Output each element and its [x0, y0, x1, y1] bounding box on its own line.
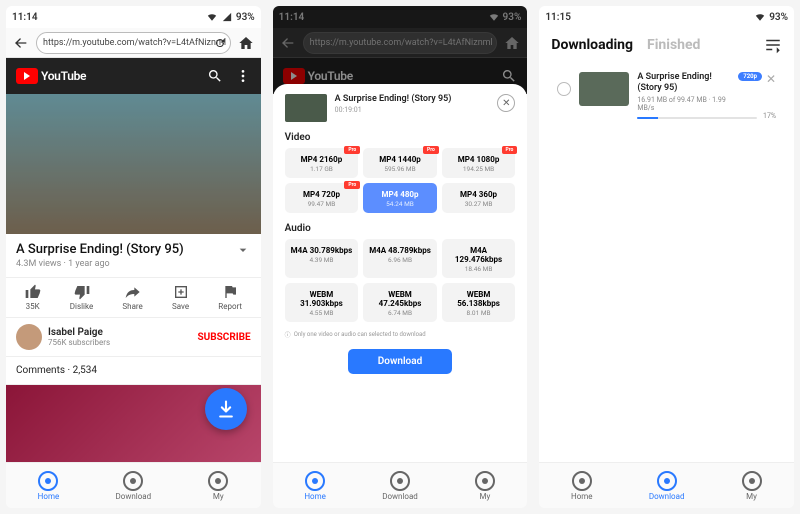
cancel-download-icon[interactable]: ✕: [766, 72, 776, 86]
tab-finished[interactable]: Finished: [647, 37, 700, 53]
nav-home[interactable]: Home: [539, 463, 624, 508]
progress-percent: 17%: [763, 112, 776, 120]
sheet-duration: 00:19:01: [335, 106, 490, 114]
nav-my[interactable]: My: [442, 463, 527, 508]
channel-row[interactable]: Isabel Paige 756K subscribers SUBSCRIBE: [6, 318, 261, 357]
tab-downloading[interactable]: Downloading: [551, 37, 633, 53]
comments-row[interactable]: Comments · 2,534: [6, 357, 261, 385]
audio-options-grid: M4A 30.789kbps4.39 MBM4A 48.789kbps6.96 …: [285, 239, 516, 322]
subscribe-button[interactable]: SUBSCRIBE: [198, 332, 251, 343]
nav-download[interactable]: Download: [624, 463, 709, 508]
refresh-icon[interactable]: [209, 32, 231, 54]
url-input[interactable]: https://m.youtube.com/watch?v=L4tAfNiznm…: [36, 32, 231, 54]
report-button[interactable]: Report: [218, 284, 242, 311]
nav-my[interactable]: My: [176, 463, 261, 508]
video-info[interactable]: A Surprise Ending! (Story 95) 4.3M views…: [6, 234, 261, 278]
phone-1-youtube-view: 11:14 93% https://m.youtube.com/watch?v=…: [6, 6, 261, 508]
nav-download[interactable]: Download: [358, 463, 443, 508]
share-button[interactable]: Share: [122, 284, 142, 311]
select-radio[interactable]: [557, 82, 571, 96]
more-icon[interactable]: [235, 68, 251, 84]
battery-text: 93%: [236, 12, 255, 23]
video-title: A Surprise Ending! (Story 95): [16, 242, 184, 257]
download-item[interactable]: A Surprise Ending! (Story 95) 16.91 MB o…: [551, 66, 782, 126]
channel-name: Isabel Paige: [48, 327, 192, 338]
bottom-nav: Home Download My: [6, 462, 261, 508]
format-option[interactable]: MP4 480p54.24 MB: [363, 183, 437, 213]
youtube-header: YouTube: [6, 58, 261, 94]
sheet-note: ⓘ Only one video or audio can selected t…: [285, 330, 516, 339]
home-icon[interactable]: [235, 32, 257, 54]
download-progress-text: 16.91 MB of 99.47 MB · 1.99 MB/s: [637, 96, 734, 112]
video-section-label: Video: [285, 132, 516, 143]
download-fab[interactable]: [205, 388, 247, 430]
sheet-thumbnail: [285, 94, 327, 122]
bottom-nav: Home Download My: [539, 462, 794, 508]
phone-2-format-sheet: 11:14 93% https://m.youtube.com/watch?v=…: [273, 6, 528, 508]
wifi-icon: [206, 12, 218, 22]
video-player[interactable]: [6, 94, 261, 234]
status-bar: 11:14 93%: [6, 6, 261, 28]
nav-home[interactable]: Home: [273, 463, 358, 508]
video-options-grid: ProMP4 2160p1.17 GBProMP4 1440p595.96 MB…: [285, 148, 516, 213]
browser-toolbar: https://m.youtube.com/watch?v=L4tAfNiznm…: [6, 28, 261, 58]
format-option[interactable]: ProMP4 1080p194.25 MB: [442, 148, 516, 178]
like-button[interactable]: 35K: [25, 284, 41, 311]
close-icon[interactable]: ✕: [497, 94, 515, 112]
format-option[interactable]: ProMP4 720p99.47 MB: [285, 183, 359, 213]
signal-icon: [221, 12, 233, 22]
youtube-logo[interactable]: YouTube: [16, 68, 86, 84]
phone-3-downloads: 11:15 93% Downloading Finished A Surpris…: [539, 6, 794, 508]
format-option[interactable]: M4A 129.476kbps18.46 MB: [442, 239, 516, 278]
nav-my[interactable]: My: [709, 463, 794, 508]
action-row: 35K Dislike Share Save Report: [6, 278, 261, 318]
save-button[interactable]: Save: [172, 284, 189, 311]
format-option[interactable]: WEBM 56.138kbps8.01 MB: [442, 283, 516, 322]
nav-download[interactable]: Download: [91, 463, 176, 508]
format-option[interactable]: WEBM 31.903kbps4.55 MB: [285, 283, 359, 322]
settings-icon[interactable]: [764, 36, 782, 54]
dislike-button[interactable]: Dislike: [70, 284, 93, 311]
quality-badge: 720p: [738, 72, 762, 81]
format-option[interactable]: MP4 360p30.27 MB: [442, 183, 516, 213]
audio-section-label: Audio: [285, 223, 516, 234]
download-title: A Surprise Ending! (Story 95): [637, 72, 734, 94]
status-bar: 11:15 93%: [539, 6, 794, 28]
format-option[interactable]: ProMP4 1440p595.96 MB: [363, 148, 437, 178]
back-icon[interactable]: [10, 32, 32, 54]
sheet-title: A Surprise Ending! (Story 95): [335, 94, 490, 105]
avatar: [16, 324, 42, 350]
search-icon[interactable]: [207, 68, 223, 84]
channel-subs: 756K subscribers: [48, 338, 192, 347]
video-meta: 4.3M views · 1 year ago: [16, 259, 184, 269]
progress-bar: [637, 117, 757, 119]
format-sheet: A Surprise Ending! (Story 95) 00:19:01 ✕…: [273, 84, 528, 462]
status-time: 11:14: [12, 12, 38, 23]
download-tabs: Downloading Finished: [539, 28, 794, 62]
download-thumbnail: [579, 72, 629, 106]
download-button[interactable]: Download: [348, 349, 452, 374]
format-option[interactable]: ProMP4 2160p1.17 GB: [285, 148, 359, 178]
nav-home[interactable]: Home: [6, 463, 91, 508]
format-option[interactable]: M4A 48.789kbps6.96 MB: [363, 239, 437, 278]
chevron-down-icon[interactable]: [235, 242, 251, 258]
format-option[interactable]: WEBM 47.245kbps6.74 MB: [363, 283, 437, 322]
bottom-nav: Home Download My: [273, 462, 528, 508]
format-option[interactable]: M4A 30.789kbps4.39 MB: [285, 239, 359, 278]
